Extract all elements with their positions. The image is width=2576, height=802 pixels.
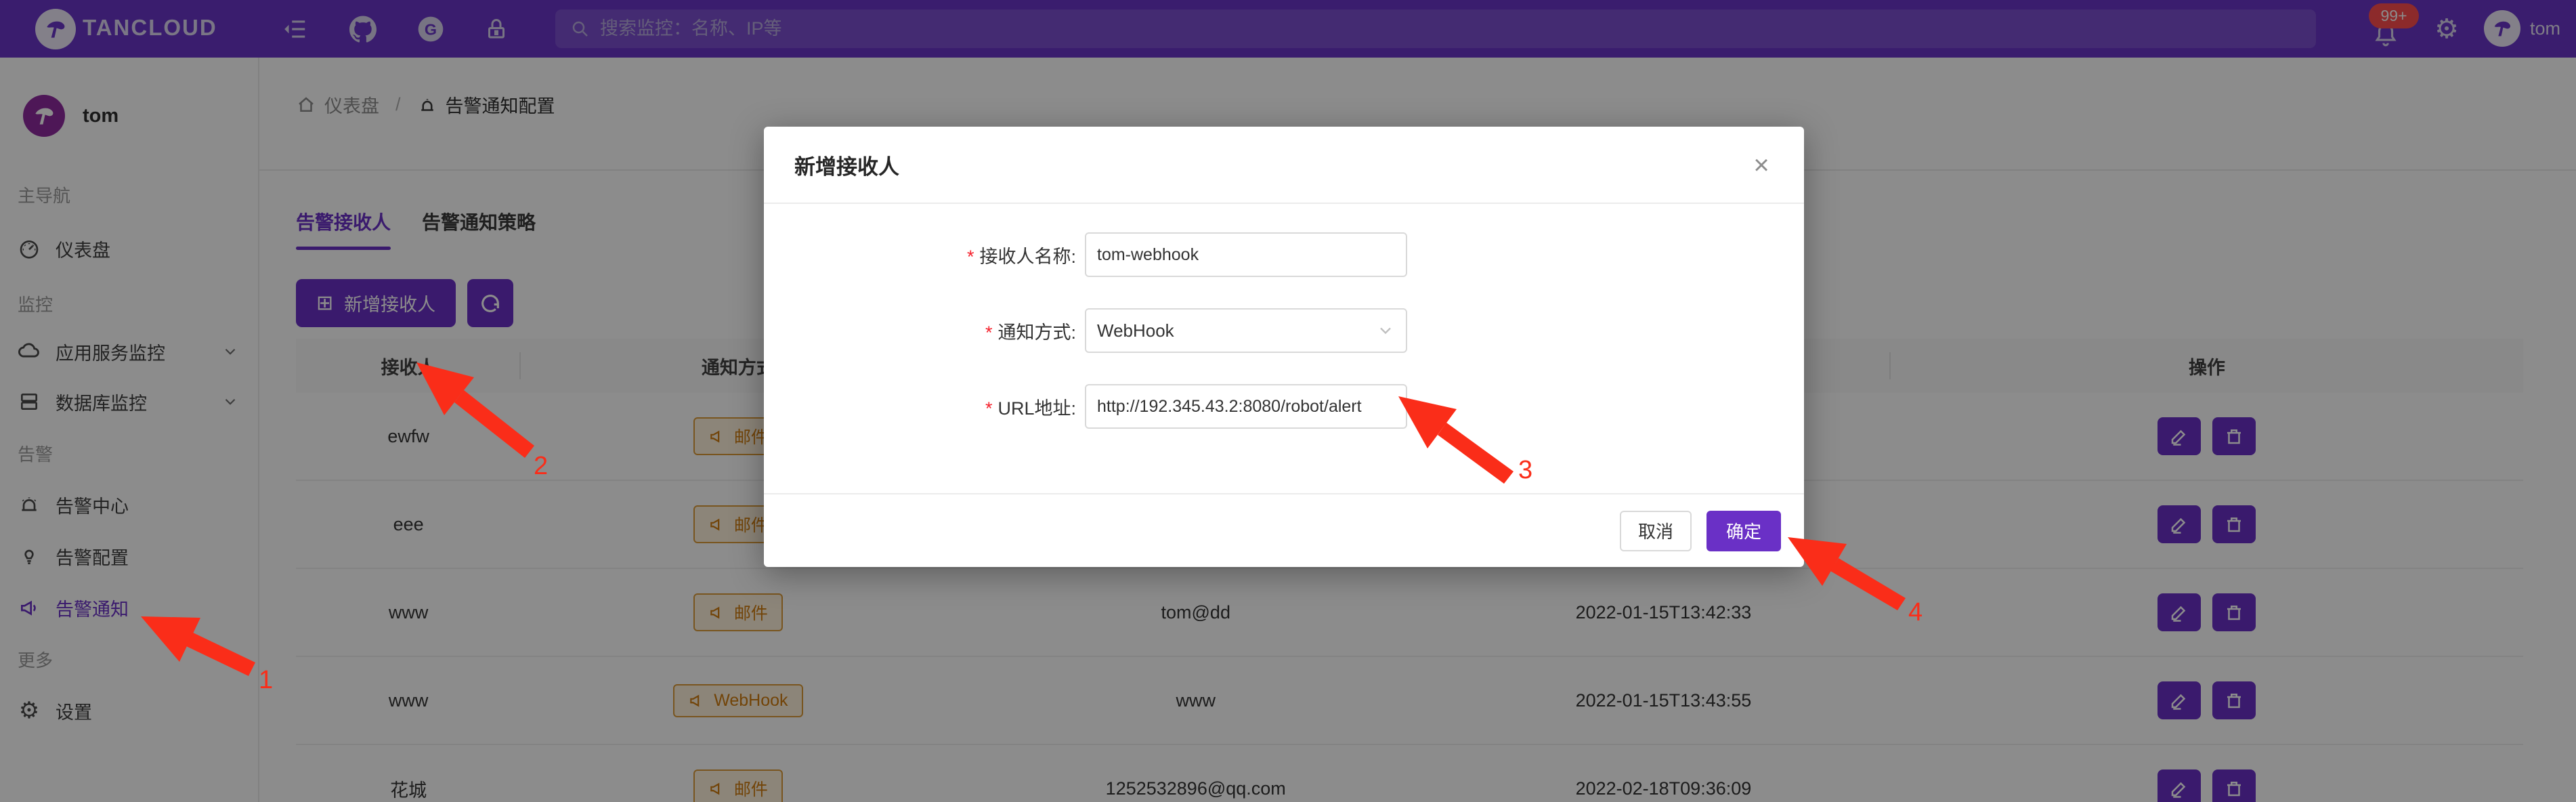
required-marker: *	[967, 247, 974, 267]
selected-method: WebHook	[1097, 320, 1174, 341]
confirm-button[interactable]: 确定	[1706, 511, 1781, 551]
required-marker: *	[985, 322, 993, 343]
close-icon[interactable]: ×	[1746, 150, 1777, 181]
field-url: *URL地址:	[764, 384, 1804, 429]
chevron-down-icon	[1376, 321, 1395, 340]
field-notify-method: *通知方式: WebHook	[764, 308, 1804, 353]
add-receiver-modal: 新增接收人 × *接收人名称: *通知方式: WebHook *URL地址: 取…	[764, 127, 1804, 567]
method-label: 通知方式:	[997, 322, 1076, 343]
modal-footer: 取消 确定	[764, 493, 1804, 567]
field-receiver-name: *接收人名称:	[764, 232, 1804, 277]
app-window: TANCLOUD G 99+ ⚙ tom	[0, 0, 2576, 802]
modal-header: 新增接收人	[764, 127, 1804, 204]
modal-title: 新增接收人	[794, 150, 899, 180]
receiver-name-input[interactable]	[1085, 232, 1407, 277]
cancel-button[interactable]: 取消	[1620, 511, 1692, 551]
notify-method-select[interactable]: WebHook	[1085, 308, 1407, 353]
required-marker: *	[985, 398, 993, 419]
url-input[interactable]	[1085, 384, 1407, 429]
url-label: URL地址:	[997, 398, 1076, 419]
name-label: 接收人名称:	[979, 247, 1076, 267]
